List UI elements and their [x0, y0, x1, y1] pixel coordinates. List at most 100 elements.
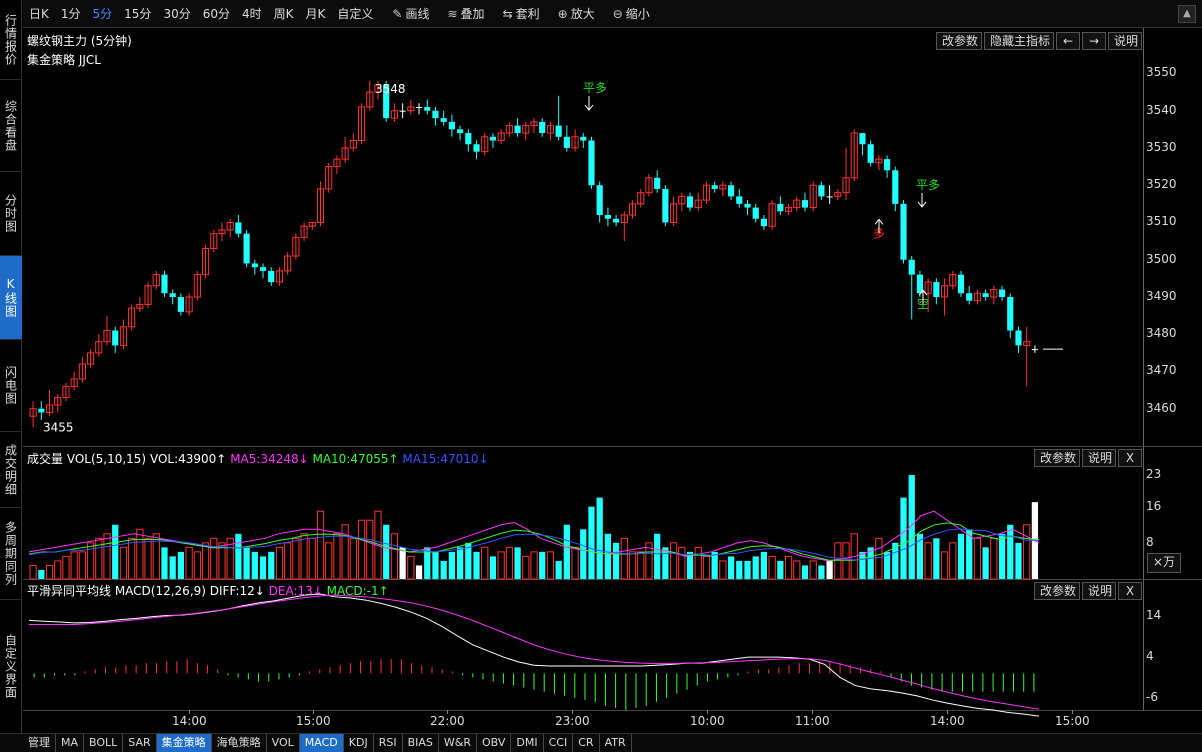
candle [440, 110, 447, 126]
volume-bar [596, 497, 603, 579]
layers-icon: ≋ [447, 6, 458, 21]
sidebar-item-1[interactable]: 综合看盘 [0, 80, 22, 172]
main-btn-4[interactable]: 说明 [1108, 32, 1142, 50]
indicator-tab-2[interactable]: BOLL [84, 734, 124, 752]
vol-btn-2[interactable]: X [1118, 449, 1142, 467]
vol-btn-1[interactable]: 说明 [1082, 449, 1116, 467]
bottom-corner [0, 733, 23, 752]
candle [457, 125, 464, 141]
candle [185, 293, 193, 316]
indicator-tab-14[interactable]: CCI [544, 734, 574, 752]
period-9[interactable]: 自定义 [331, 0, 379, 28]
indicator-tab-4[interactable]: 集金策略 [156, 734, 212, 752]
candle [45, 390, 54, 417]
candle [448, 114, 455, 137]
indicator-tab-15[interactable]: CR [573, 734, 600, 752]
scroll-up-button[interactable]: ▲ [1178, 5, 1196, 23]
candle [78, 356, 86, 383]
candle [103, 315, 111, 346]
volume-bar [316, 510, 325, 580]
volume-bar [415, 565, 423, 579]
volume-bar [366, 519, 374, 580]
main-btn-0[interactable]: 改参数 [936, 32, 982, 50]
time-tick: 15:00 [1055, 714, 1090, 728]
volume-bar [161, 547, 168, 579]
period-6[interactable]: 4时 [236, 0, 268, 28]
main-btn-3[interactable]: → [1082, 32, 1106, 50]
indicator-tab-3[interactable]: SAR [123, 734, 157, 752]
indicator-tab-12[interactable]: OBV [477, 734, 512, 752]
tool-4-button[interactable]: ⊖ 缩小 [604, 0, 659, 28]
candle [357, 103, 366, 145]
top-toolbar: 日K 1分 5分 15分 30分 60分 4时 周K 月K 自定义 ✎ 画线 ≋ 叠加 ⇆ 套利 ⊕ 放大 ⊖ 缩小… [23, 0, 1202, 28]
main-btn-1[interactable]: 隐藏主指标 [984, 32, 1054, 50]
instrument-title: 螺纹钢主力 (5分钟) [27, 34, 132, 48]
volume-bar [407, 555, 415, 580]
volume-ma10: MA10:47055↑ [312, 452, 399, 466]
volume-bar [834, 542, 842, 580]
sidebar-item-6[interactable]: 多周期同列 [0, 508, 22, 600]
sidebar-item-3[interactable]: K线图 [0, 256, 22, 340]
period-5[interactable]: 60分 [197, 0, 236, 28]
indicator-tab-9[interactable]: RSI [374, 734, 403, 752]
indicator-tab-11[interactable]: W&R [439, 734, 477, 752]
main-btn-2[interactable]: ← [1056, 32, 1080, 50]
period-4[interactable]: 30分 [157, 0, 196, 28]
volume-bar [539, 551, 546, 579]
period-2[interactable]: 5分 [87, 0, 119, 28]
candle [161, 270, 168, 297]
sidebar-item-2[interactable]: 分时图 [0, 172, 22, 256]
indicator-tab-1[interactable]: MA [56, 734, 85, 752]
indicator-tab-8[interactable]: KDJ [344, 734, 374, 752]
indicator-tab-7[interactable]: MACD [299, 734, 344, 752]
price-tick: 3510 [1146, 214, 1177, 229]
candle [719, 181, 727, 197]
volume-bar [777, 560, 784, 579]
volume-bar [760, 551, 768, 579]
volume-bar [300, 533, 308, 580]
candle [809, 181, 817, 212]
volume-bar [924, 542, 932, 580]
volume-bar [514, 547, 521, 579]
candle [555, 95, 562, 141]
volume-bar [210, 537, 218, 580]
period-0[interactable]: 日K [23, 0, 55, 28]
indicator-tab-13[interactable]: DMI [511, 734, 544, 752]
volume-bar [973, 537, 982, 580]
volume-bar [694, 546, 702, 580]
tool-1-button[interactable]: ≋ 叠加 [438, 0, 493, 28]
candle [473, 140, 480, 160]
volume-value: VOL:43900↑ [149, 452, 227, 466]
period-1[interactable]: 1分 [55, 0, 87, 28]
tool-0-button[interactable]: ✎ 画线 [383, 0, 438, 28]
indicator-tab-10[interactable]: BIAS [403, 734, 439, 752]
candle [251, 259, 258, 275]
volume-bar [752, 556, 759, 579]
macd-tick: -6 [1146, 689, 1158, 704]
indicator-tab-5[interactable]: 海龟策略 [212, 734, 267, 752]
indicator-tab-16[interactable]: ATR [600, 734, 632, 752]
period-7[interactable]: 周K [268, 0, 300, 28]
candle [1015, 326, 1022, 353]
candle [744, 200, 751, 216]
candle [998, 285, 1006, 301]
period-8[interactable]: 月K [300, 0, 332, 28]
tool-3-button[interactable]: ⊕ 放大 [549, 0, 604, 28]
period-3[interactable]: 15分 [118, 0, 157, 28]
time-tick: 10:00 [690, 714, 725, 728]
sidebar-item-5[interactable]: 成交明细 [0, 432, 22, 508]
volume-bar [292, 537, 300, 580]
volume-tick: 8 [1146, 534, 1154, 549]
candle [432, 106, 439, 126]
tool-2-button[interactable]: ⇆ 套利 [494, 0, 549, 28]
candle [940, 278, 949, 316]
sidebar-item-0[interactable]: 行情报价 [0, 0, 22, 80]
volume-bar [736, 560, 743, 579]
indicator-tab-0[interactable]: 管理 [23, 734, 56, 752]
vol-btn-0[interactable]: 改参数 [1034, 449, 1080, 467]
candle [390, 103, 398, 122]
sidebar-item-4[interactable]: 闪电图 [0, 340, 22, 432]
sidebar-item-7[interactable]: 自定义界面 [0, 600, 22, 734]
indicator-tab-6[interactable]: VOL [267, 734, 300, 752]
time-tick: 22:00 [430, 714, 465, 728]
